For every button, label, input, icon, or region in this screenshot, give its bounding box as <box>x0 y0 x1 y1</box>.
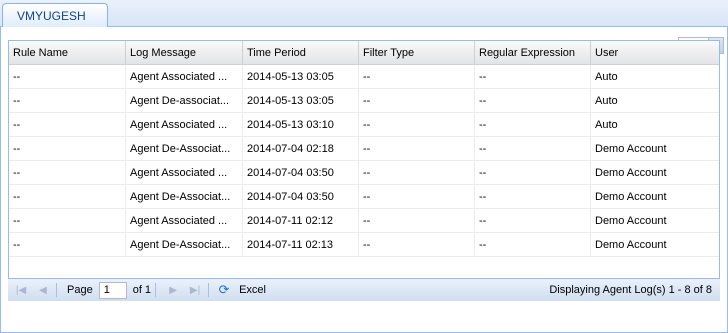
cell-log-message: Agent De-Associat... <box>126 137 243 160</box>
cell-regular-expression: -- <box>475 89 591 112</box>
cell-regular-expression: -- <box>475 161 591 184</box>
cell-filter-type: -- <box>359 65 475 88</box>
cell-user: Auto <box>595 94 618 107</box>
cell-rule-name: -- <box>9 137 126 160</box>
cell-rule-name: -- <box>9 209 126 232</box>
cell-time-period: 2014-07-04 02:18 <box>243 137 359 160</box>
table-row[interactable]: -- Agent De-Associat... 2014-07-04 02:18 --… <box>9 137 719 161</box>
column-header-filter-type[interactable]: Filter Type <box>359 41 475 64</box>
toolbar-separator <box>56 283 57 297</box>
table-row[interactable]: -- Agent Associated ... 2014-07-11 02:12 --… <box>9 209 719 233</box>
refresh-icon[interactable]: ⟳ <box>215 282 233 298</box>
cell-time-period: 2014-05-13 03:05 <box>243 65 359 88</box>
cell-filter-type: -- <box>359 185 475 208</box>
agent-log-grid: Rule Name Log Message Time Period Filter… <box>8 40 720 301</box>
page-label: Page <box>67 284 93 296</box>
grid-body: -- Agent Associated ... 2014-05-13 03:05 --… <box>9 65 719 257</box>
cell-filter-type: -- <box>359 209 475 232</box>
column-header-regular-expression[interactable]: Regular Expression <box>475 41 591 64</box>
toolbar-separator <box>208 283 210 297</box>
cell-regular-expression: -- <box>475 209 591 232</box>
cell-time-period: 2014-05-13 03:05 <box>243 89 359 112</box>
cell-filter-type: -- <box>359 233 475 256</box>
cell-time-period: 2014-07-04 03:50 <box>243 161 359 184</box>
cell-time-period: 2014-07-11 02:13 <box>243 233 359 256</box>
tab-label: VMYUGESH <box>17 9 86 23</box>
page-count-label: of 1 <box>132 284 152 296</box>
column-header-time-period[interactable]: Time Period <box>243 41 359 64</box>
cell-log-message: Agent Associated ... <box>126 161 243 184</box>
cell-log-message: Agent De-associat... <box>126 89 243 112</box>
cell-time-period: 2014-05-13 03:10 <box>243 113 359 136</box>
cell-log-message: Agent Associated ... <box>126 209 243 232</box>
cell-rule-name: -- <box>9 161 126 184</box>
cell-user: Auto <box>595 70 618 83</box>
grid-header: Rule Name Log Message Time Period Filter… <box>9 41 719 65</box>
table-row[interactable]: -- Agent Associated ... 2014-07-04 03:50 --… <box>9 161 719 185</box>
table-row[interactable]: -- Agent Associated ... 2014-05-13 03:05 --… <box>9 65 719 89</box>
cell-user: Auto <box>595 118 618 131</box>
cell-log-message: Agent De-Associat... <box>126 233 243 256</box>
table-row[interactable]: -- Agent De-associat... 2014-05-13 03:05 --… <box>9 89 719 113</box>
first-page-icon[interactable]: |◀ <box>12 282 30 298</box>
cell-time-period: 2014-07-04 03:50 <box>243 185 359 208</box>
paging-toolbar: |◀ ◀ Page 1 of 1 ▶ ▶| ⟳ Excel Displaying… <box>8 278 720 301</box>
paging-display-text: Displaying Agent Log(s) 1 - 8 of 8 <box>549 284 712 296</box>
cell-log-message: Agent De-Associat... <box>126 185 243 208</box>
cell-rule-name: -- <box>9 65 126 88</box>
cell-rule-name: -- <box>9 233 126 256</box>
cell-regular-expression: -- <box>475 185 591 208</box>
next-page-icon[interactable]: ▶ <box>164 282 182 298</box>
table-row[interactable]: -- Agent De-Associat... 2014-07-11 02:13 --… <box>9 233 719 257</box>
table-row[interactable]: -- Agent Associated ... 2014-05-13 03:10 --… <box>9 113 719 137</box>
cell-filter-type: -- <box>359 137 475 160</box>
cell-time-period: 2014-07-11 02:12 <box>243 209 359 232</box>
cell-user: Demo Account <box>595 214 667 227</box>
tab-strip: VMYUGESH <box>0 0 728 28</box>
cell-user: Demo Account <box>595 166 667 179</box>
cell-log-message: Agent Associated ... <box>126 113 243 136</box>
column-header-user[interactable]: User <box>591 41 703 64</box>
cell-filter-type: -- <box>359 113 475 136</box>
cell-rule-name: -- <box>9 89 126 112</box>
cell-filter-type: -- <box>359 161 475 184</box>
toolbar-separator <box>155 283 157 297</box>
prev-page-icon[interactable]: ◀ <box>34 282 52 298</box>
cell-filter-type: -- <box>359 89 475 112</box>
cell-rule-name: -- <box>9 113 126 136</box>
column-header-rule-name[interactable]: Rule Name <box>9 41 126 64</box>
cell-regular-expression: -- <box>475 233 591 256</box>
cell-log-message: Agent Associated ... <box>126 65 243 88</box>
table-row[interactable]: -- Agent De-Associat... 2014-07-04 03:50 --… <box>9 185 719 209</box>
cell-user: Demo Account <box>595 142 667 155</box>
page-number-input[interactable]: 1 <box>98 281 127 299</box>
cell-regular-expression: -- <box>475 65 591 88</box>
cell-user: Demo Account <box>595 190 667 203</box>
cell-user: Demo Account <box>595 238 667 251</box>
cell-regular-expression: -- <box>475 137 591 160</box>
cell-rule-name: -- <box>9 185 126 208</box>
column-header-log-message[interactable]: Log Message <box>126 41 243 64</box>
cell-regular-expression: -- <box>475 113 591 136</box>
last-page-icon[interactable]: ▶| <box>186 282 204 298</box>
excel-export-button[interactable]: Excel <box>239 284 266 296</box>
tab-vmyugesh[interactable]: VMYUGESH <box>2 3 108 28</box>
